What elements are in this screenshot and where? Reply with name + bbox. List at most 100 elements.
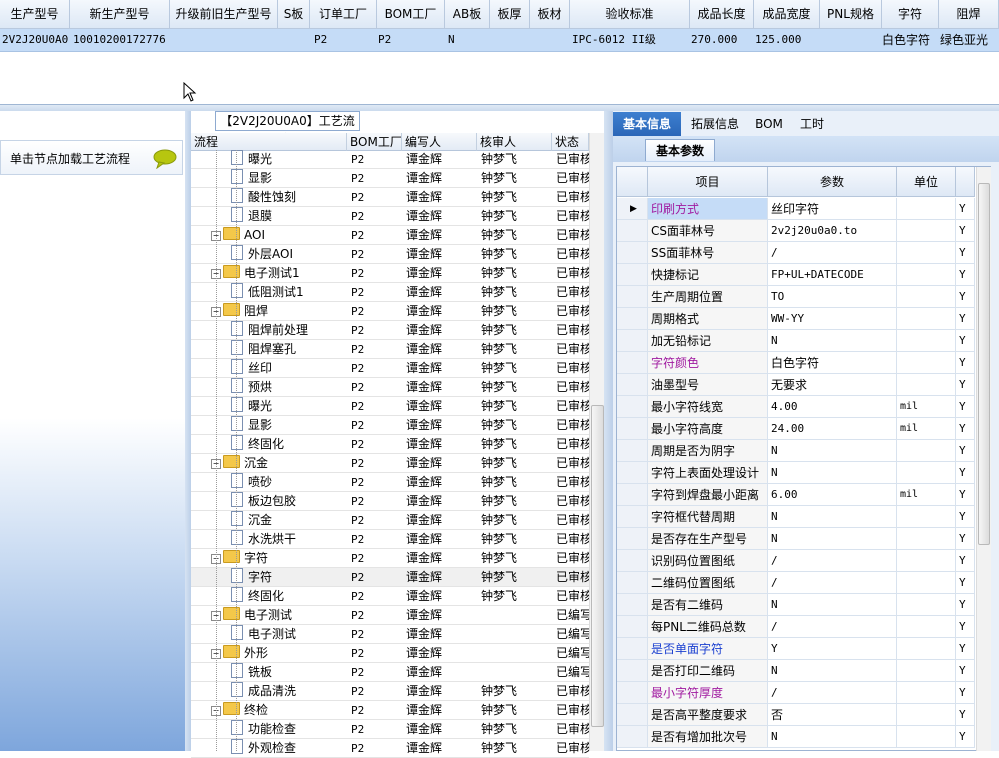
tree-row[interactable]: 电子测试 P2 谭金辉 已编写 [191, 625, 589, 644]
param-value-field[interactable]: 2v2j20u0a0.to [768, 220, 897, 242]
param-row[interactable]: 是否有增加批次号 N Y [617, 726, 975, 748]
tree-node[interactable]: − 沉金 [211, 454, 347, 473]
row-indicator[interactable] [617, 572, 648, 594]
tree-node[interactable]: 功能检查 [231, 720, 347, 739]
tree-row[interactable]: 水洗烘干 P2 谭金辉 钟梦飞 已审核 [191, 530, 589, 549]
col-header[interactable]: 流程 [191, 133, 347, 151]
tree-node[interactable]: 外层AOI [231, 245, 347, 264]
tree-node[interactable]: 阻焊塞孔 [231, 340, 347, 359]
tree-row[interactable]: 退膜 P2 谭金辉 钟梦飞 已审核 [191, 207, 589, 226]
tree-row[interactable]: − 电子测试1 P2 谭金辉 钟梦飞 已审核 [191, 264, 589, 283]
param-value-field[interactable]: N [768, 660, 897, 682]
tree-row[interactable]: − 终检 P2 谭金辉 钟梦飞 已审核 [191, 701, 589, 720]
row-indicator[interactable] [617, 484, 648, 506]
tree-node[interactable]: − 阻焊 [211, 302, 347, 321]
param-value-field[interactable]: N [768, 528, 897, 550]
param-row[interactable]: 周期是否为阴字 N Y [617, 440, 975, 462]
row-indicator[interactable] [617, 242, 648, 264]
param-value-field[interactable]: 6.00 [768, 484, 897, 506]
col-header[interactable]: BOM工厂 [377, 0, 445, 29]
tree-row[interactable]: − 外形 P2 谭金辉 已编写 [191, 644, 589, 663]
current-row-arrow-icon[interactable]: ▶ [617, 198, 648, 220]
table-row[interactable]: 2V2J20U0A0 10010200172776 P2 P2 N IPC-60… [0, 29, 999, 52]
tree-node[interactable]: 终固化 [231, 435, 347, 454]
param-row[interactable]: 快捷标记 FP+UL+DATECODE Y [617, 264, 975, 286]
param-value-field[interactable]: TO [768, 286, 897, 308]
tab-extended-info[interactable]: 拓展信息 [683, 112, 747, 136]
tree-node[interactable]: 预烘 [231, 378, 347, 397]
vertical-splitter[interactable] [604, 111, 613, 751]
tree-node[interactable]: 水洗烘干 [231, 530, 347, 549]
row-indicator[interactable] [617, 330, 648, 352]
tree-node[interactable]: 酸性蚀刻 [231, 188, 347, 207]
col-header[interactable]: 板材 [530, 0, 570, 29]
tree-row[interactable]: 显影 P2 谭金辉 钟梦飞 已审核 [191, 416, 589, 435]
col-header[interactable]: 单位 [897, 167, 956, 197]
param-value-field[interactable]: WW-YY [768, 308, 897, 330]
param-row[interactable]: 是否有二维码 N Y [617, 594, 975, 616]
tab-basic-info[interactable]: 基本信息 [613, 112, 681, 136]
param-row[interactable]: 加无铅标记 N Y [617, 330, 975, 352]
params-scrollbar-thumb[interactable] [978, 183, 990, 545]
col-header[interactable]: AB板 [445, 0, 490, 29]
row-indicator[interactable] [617, 660, 648, 682]
tree-node[interactable]: 阻焊前处理 [231, 321, 347, 340]
row-indicator[interactable] [617, 704, 648, 726]
row-indicator[interactable] [617, 726, 648, 748]
col-header[interactable]: 编写人 [402, 133, 477, 151]
param-row[interactable]: 识别码位置图纸 / Y [617, 550, 975, 572]
param-row[interactable]: 是否打印二维码 N Y [617, 660, 975, 682]
param-row[interactable]: 最小字符高度 24.00 mil Y [617, 418, 975, 440]
tree-row[interactable]: 丝印 P2 谭金辉 钟梦飞 已审核 [191, 359, 589, 378]
tree-node[interactable]: − 电子测试1 [211, 264, 347, 283]
param-value-field[interactable]: / [768, 550, 897, 572]
col-header[interactable]: 新生产型号 [70, 0, 170, 29]
tree-node[interactable]: 显影 [231, 416, 347, 435]
tree-row[interactable]: 曝光 P2 谭金辉 钟梦飞 已审核 [191, 150, 589, 169]
param-row[interactable]: 是否单面字符 Y Y [617, 638, 975, 660]
tree-row[interactable]: 成品清洗 P2 谭金辉 钟梦飞 已审核 [191, 682, 589, 701]
param-row[interactable]: 字符上表面处理设计 N Y [617, 462, 975, 484]
row-indicator[interactable] [617, 352, 648, 374]
param-row[interactable]: 二维码位置图纸 / Y [617, 572, 975, 594]
tree-row[interactable]: 外观检查 P2 谭金辉 钟梦飞 已审核 [191, 739, 589, 758]
tree-row[interactable]: 字符 P2 谭金辉 钟梦飞 已审核 [191, 568, 589, 587]
tree-node[interactable]: − AOI [211, 226, 347, 245]
col-header[interactable]: 成品长度 [690, 0, 754, 29]
tree-node[interactable]: 成品清洗 [231, 682, 347, 701]
param-row[interactable]: 是否存在生产型号 N Y [617, 528, 975, 550]
col-header[interactable]: S板 [278, 0, 310, 29]
row-indicator[interactable] [617, 440, 648, 462]
col-header[interactable]: 核审人 [477, 133, 552, 151]
col-header[interactable]: PNL规格 [820, 0, 882, 29]
col-header[interactable]: 参数 [768, 167, 897, 197]
tree-node[interactable]: 丝印 [231, 359, 347, 378]
param-row[interactable]: 字符框代替周期 N Y [617, 506, 975, 528]
tree-node[interactable]: 曝光 [231, 397, 347, 416]
tree-scrollbar-thumb[interactable] [591, 405, 604, 727]
row-indicator[interactable] [617, 286, 648, 308]
param-value-field[interactable]: / [768, 242, 897, 264]
col-header[interactable]: 阻焊 [939, 0, 999, 29]
param-value-field[interactable]: 否 [768, 704, 897, 726]
row-indicator[interactable] [617, 220, 648, 242]
param-value-field[interactable]: 4.00 [768, 396, 897, 418]
row-indicator[interactable] [617, 396, 648, 418]
tree-node[interactable]: 退膜 [231, 207, 347, 226]
tree-row[interactable]: 曝光 P2 谭金辉 钟梦飞 已审核 [191, 397, 589, 416]
param-row[interactable]: 最小字符厚度 / Y [617, 682, 975, 704]
param-row[interactable]: 是否高平整度要求否 Y [617, 704, 975, 726]
tree-node[interactable]: 沉金 [231, 511, 347, 530]
col-header[interactable]: 字符 [882, 0, 939, 29]
tree-row[interactable]: 预烘 P2 谭金辉 钟梦飞 已审核 [191, 378, 589, 397]
row-indicator[interactable] [617, 418, 648, 440]
tree-row[interactable]: − 电子测试 P2 谭金辉 已编写 [191, 606, 589, 625]
tree-row[interactable]: 板边包胶 P2 谭金辉 钟梦飞 已审核 [191, 492, 589, 511]
param-value-field[interactable]: N [768, 462, 897, 484]
param-row[interactable]: 最小字符线宽 4.00 mil Y [617, 396, 975, 418]
tree-row[interactable]: 功能检查 P2 谭金辉 钟梦飞 已审核 [191, 720, 589, 739]
tree-node[interactable]: 曝光 [231, 150, 347, 169]
tree-node[interactable]: − 终检 [211, 701, 347, 720]
param-value-field[interactable]: 24.00 [768, 418, 897, 440]
param-value-field[interactable]: N [768, 330, 897, 352]
